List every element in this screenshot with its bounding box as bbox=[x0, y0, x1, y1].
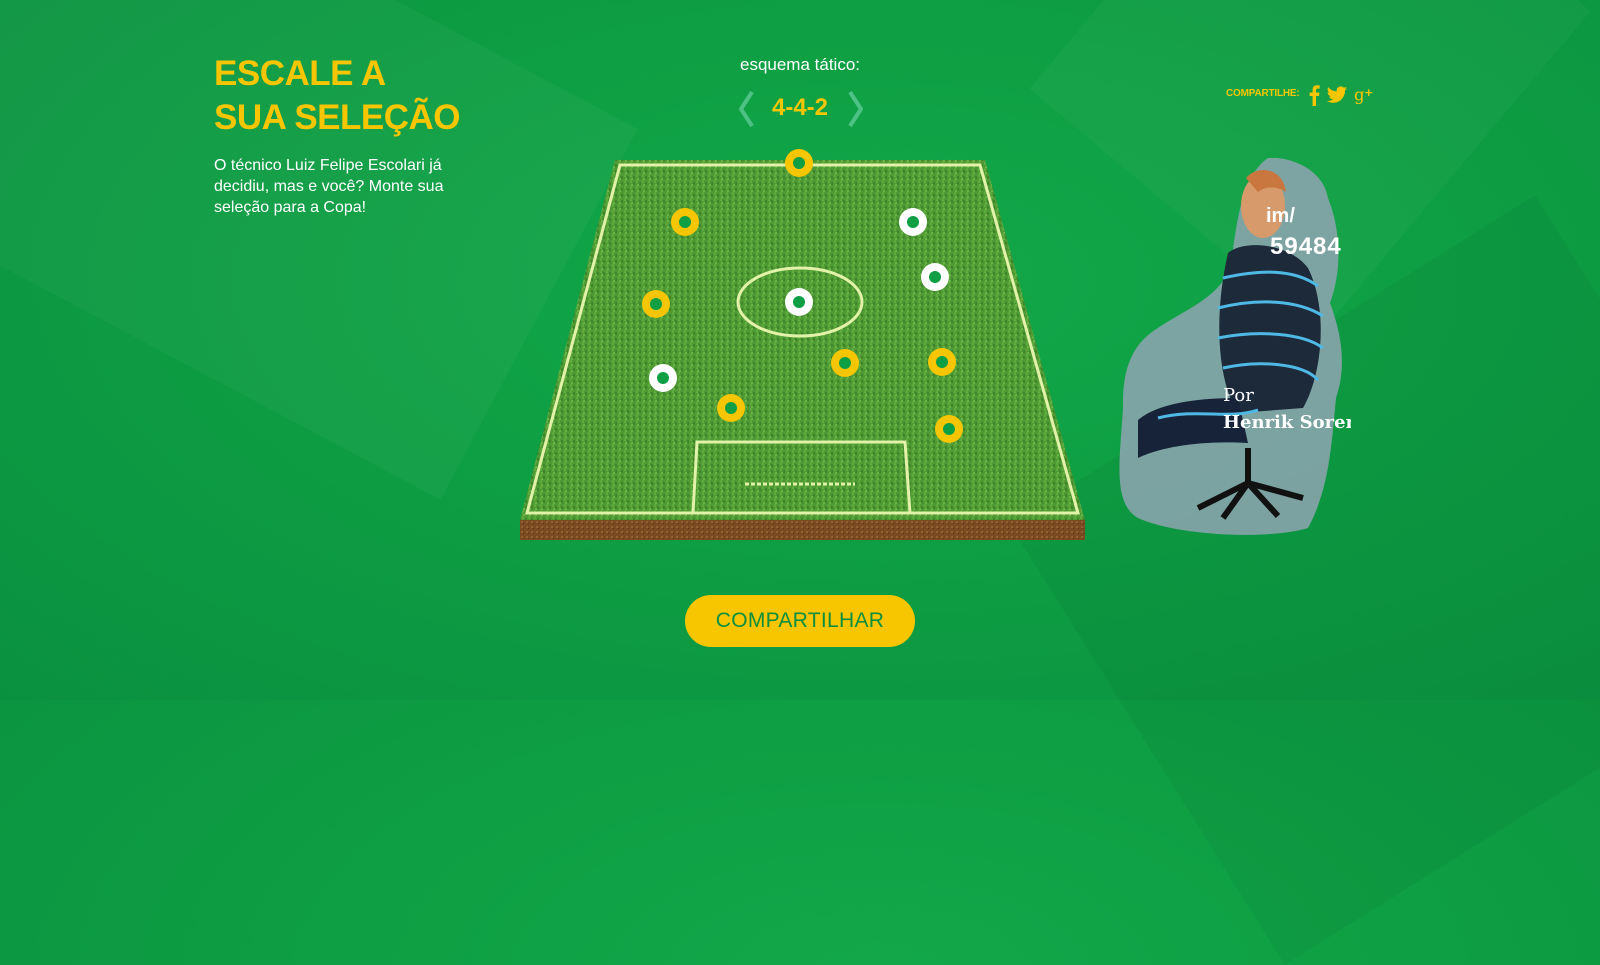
player-marker[interactable] bbox=[928, 348, 956, 376]
player-marker[interactable] bbox=[935, 415, 963, 443]
player-marker[interactable] bbox=[785, 288, 813, 316]
field-soil-edge bbox=[520, 520, 1085, 540]
advertisement-image bbox=[1119, 158, 1342, 535]
player-marker[interactable] bbox=[899, 208, 927, 236]
player-marker[interactable] bbox=[717, 394, 745, 422]
player-goalkeeper[interactable] bbox=[785, 149, 813, 177]
player-marker[interactable] bbox=[642, 290, 670, 318]
field-grass bbox=[520, 160, 1085, 520]
share-button[interactable]: COMPARTILHAR bbox=[685, 595, 915, 647]
ad-url-text: im/ bbox=[1266, 205, 1295, 227]
player-marker[interactable] bbox=[831, 349, 859, 377]
player-marker[interactable] bbox=[649, 364, 677, 392]
player-marker[interactable] bbox=[921, 263, 949, 291]
ad-author-name: Henrik Sorensen bbox=[1223, 412, 1351, 433]
ad-number-text: 59484 bbox=[1270, 233, 1342, 260]
player-marker[interactable] bbox=[671, 208, 699, 236]
ad-by-label: Por bbox=[1223, 385, 1254, 406]
